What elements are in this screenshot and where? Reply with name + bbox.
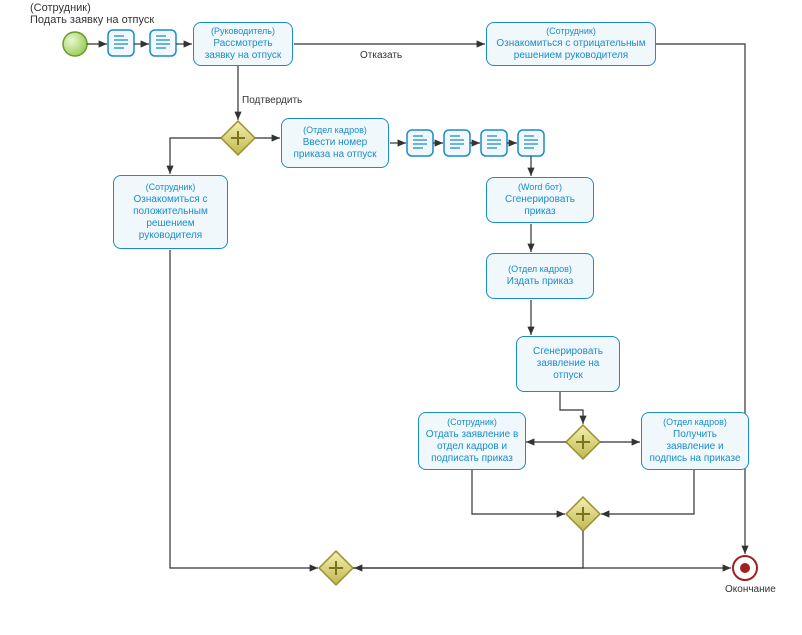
task-label: Ознакомиться с положительным решением ру… [120,194,221,242]
task-submit-application[interactable]: (Сотрудник) Отдать заявление в отдел кад… [418,412,526,470]
task-negative-decision[interactable]: (Сотрудник) Ознакомиться с отрицательным… [486,22,656,66]
task-receive-application[interactable]: (Отдел кадров) Получить заявление и подп… [641,412,749,470]
start-event[interactable] [63,32,87,56]
performer: (Сотрудник) [546,26,596,36]
flows [87,44,745,568]
task-label: Рассмотреть заявку на отпуск [200,38,286,62]
performer: (Word бот) [518,182,562,192]
task-label: Отдать заявление в отдел кадров и подпис… [425,429,519,465]
title-task: Подать заявку на отпуск [30,14,154,26]
task-generate-order[interactable]: (Word бот) Сгенерировать приказ [486,177,594,223]
task-issue-order[interactable]: (Отдел кадров) Издать приказ [486,253,594,299]
label-reject: Отказать [360,50,402,61]
task-enter-order-number[interactable]: (Отдел кадров) Ввести номер приказа на о… [281,118,389,168]
script-task-2[interactable] [150,30,176,56]
script-task-4[interactable] [444,130,470,156]
script-task-6[interactable] [518,130,544,156]
performer: (Отдел кадров) [508,264,572,274]
script-task-5[interactable] [481,130,507,156]
performer: (Отдел кадров) [663,417,727,427]
diagram-canvas [0,0,802,635]
performer: (Руководитель) [211,26,275,36]
title-performer: (Сотрудник) [30,2,154,14]
gateway-join-final[interactable] [319,551,353,585]
task-generate-application[interactable]: Сгенерировать заявление на отпуск [516,336,620,392]
task-label: Ознакомиться с отрицательным решением ру… [493,38,649,62]
script-task-1[interactable] [108,30,134,56]
task-positive-decision[interactable]: (Сотрудник) Ознакомиться с положительным… [113,175,228,249]
gateway-parallel-merge[interactable] [566,425,600,459]
performer: (Сотрудник) [146,182,196,192]
task-label: Получить заявление и подпись на приказе [648,429,742,465]
end-event[interactable] [733,556,757,580]
task-review-request[interactable]: (Руководитель) Рассмотреть заявку на отп… [193,22,293,66]
task-label: Сгенерировать приказ [493,194,587,218]
gateway-confirm[interactable] [221,121,255,155]
gateway-join-1[interactable] [566,497,600,531]
performer: (Сотрудник) [447,417,497,427]
diagram-title: (Сотрудник) Подать заявку на отпуск [30,2,154,26]
label-confirm: Подтвердить [242,95,302,106]
performer: (Отдел кадров) [303,125,367,135]
script-task-3[interactable] [407,130,433,156]
label-end: Окончание [725,584,776,595]
task-label: Издать приказ [507,276,574,288]
task-label: Сгенерировать заявление на отпуск [523,346,613,382]
task-label: Ввести номер приказа на отпуск [288,137,382,161]
